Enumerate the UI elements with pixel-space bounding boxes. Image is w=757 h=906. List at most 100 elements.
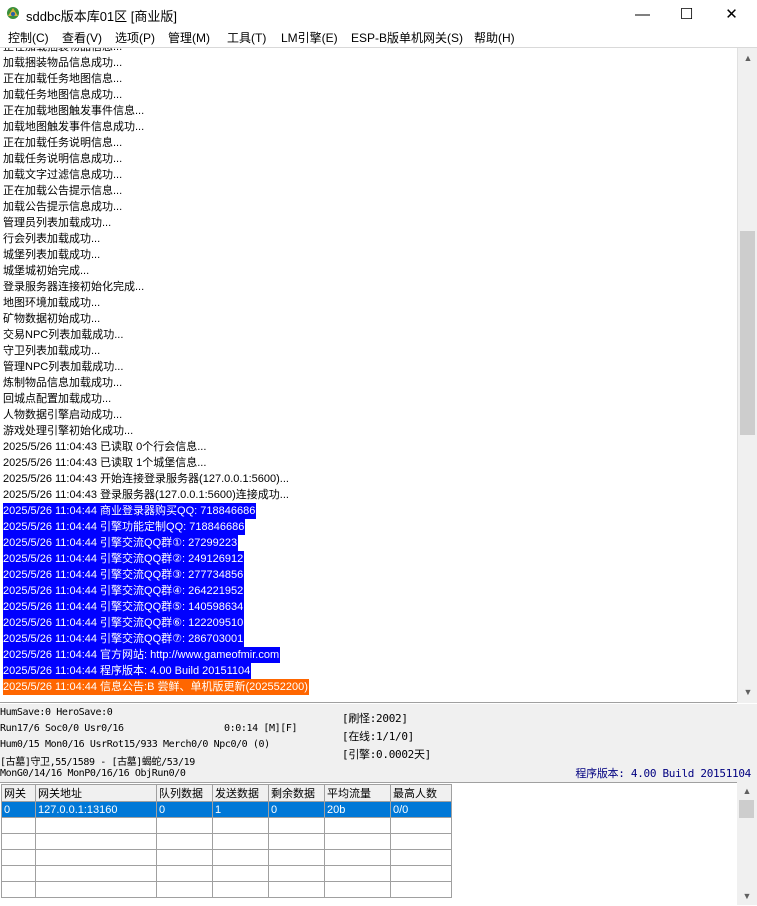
title-bar: sddbc版本库01区 [商业版] — ☐ ✕ <box>0 0 757 29</box>
menu-view[interactable]: 查看(V) <box>62 29 102 46</box>
log-line: 回城点配置加载成功... <box>3 393 112 405</box>
grid-scrollbar[interactable]: ▲ ▼ <box>737 782 757 905</box>
menu-manage[interactable]: 管理(M) <box>168 29 210 46</box>
empty-row <box>1 833 452 850</box>
grid-cell <box>268 849 325 866</box>
status-online: [在线:1/1/0] <box>342 730 414 743</box>
status-uptime: 0:0:14 [M][F] <box>224 723 298 734</box>
log-line: 2025/5/26 11:04:43 已读取 0个行会信息... <box>3 441 207 453</box>
grid-cell <box>324 881 391 898</box>
log-line: 加载捆装物品信息成功... <box>3 57 123 69</box>
log-line: 2025/5/26 11:04:44 引擎交流QQ群⑥: 122209510 <box>3 615 245 631</box>
log-line: 交易NPC列表加载成功... <box>3 329 124 341</box>
grid-cell: 127.0.0.1:13160 <box>35 801 157 818</box>
table-row[interactable]: 0 127.0.0.1:13160 0 1 0 20b 0/0 <box>1 801 452 818</box>
grid-header[interactable]: 平均流量 <box>324 784 391 802</box>
grid-cell <box>35 865 157 882</box>
grid-cell <box>212 881 269 898</box>
menu-options[interactable]: 选项(P) <box>115 29 155 46</box>
log-line: 守卫列表加载成功... <box>3 345 101 357</box>
status-panel: HumSave:0 HeroSave:0 Run17/6 Soc0/0 Usr0… <box>0 703 757 782</box>
grid-cell <box>1 881 36 898</box>
grid-cell: 20b <box>324 801 391 818</box>
scroll-thumb[interactable] <box>740 231 755 435</box>
grid-cell <box>1 833 36 850</box>
grid-cell <box>156 849 213 866</box>
grid-cell <box>156 881 213 898</box>
grid-cell: 1 <box>212 801 269 818</box>
log-line: 2025/5/26 11:04:44 信息公告:B 尝鲜、单机版更新(20255… <box>3 679 309 695</box>
grid-cell <box>390 817 452 834</box>
status-counts: Hum0/15 Mon0/16 UsrRot15/933 Merch0/0 Np… <box>0 739 270 750</box>
gateway-table[interactable]: 网关 网关地址 队列数据 发送数据 剩余数据 平均流量 最高人数 0 127.0.0.1:13… <box>1 784 452 898</box>
grid-cell <box>390 881 452 898</box>
log-line: 2025/5/26 11:04:44 引擎交流QQ群①: 27299223 <box>3 535 239 551</box>
log-line: 加载任务地图信息成功... <box>3 89 123 101</box>
empty-row <box>1 865 452 882</box>
log-line: 加载地图触发事件信息成功... <box>3 121 145 133</box>
grid-cell <box>156 833 213 850</box>
menu-lm-engine[interactable]: LM引擎(E) <box>281 29 338 46</box>
grid-cell <box>390 865 452 882</box>
grid-cell <box>156 817 213 834</box>
minimize-button[interactable]: — <box>620 0 665 28</box>
grid-header[interactable]: 网关 <box>1 784 36 802</box>
gateway-grid[interactable]: 网关 网关地址 队列数据 发送数据 剩余数据 平均流量 最高人数 0 127.0.0.1:13… <box>0 782 757 906</box>
grid-cell: 0 <box>1 801 36 818</box>
log-line: 正在加载任务地图信息... <box>3 73 123 85</box>
grid-cell: 0/0 <box>390 801 452 818</box>
grid-scroll-down-icon[interactable]: ▼ <box>737 891 757 901</box>
grid-cell: 0 <box>156 801 213 818</box>
menu-tools[interactable]: 工具(T) <box>227 29 266 46</box>
log-line: 登录服务器连接初始化完成... <box>3 281 145 293</box>
close-button[interactable]: ✕ <box>709 0 754 28</box>
grid-cell <box>212 833 269 850</box>
log-line: 游戏处理引擎初始化成功... <box>3 425 134 437</box>
log-line: 2025/5/26 11:04:44 引擎交流QQ群②: 249126912 <box>3 551 245 567</box>
grid-cell <box>390 833 452 850</box>
log-line: 2025/5/26 11:04:44 引擎交流QQ群④: 264221952 <box>3 583 245 599</box>
grid-cell <box>390 849 452 866</box>
menu-espb-gateway[interactable]: ESP-B版单机网关(S) <box>351 29 463 46</box>
log-line: 2025/5/26 11:04:43 开始连接登录服务器(127.0.0.1:5… <box>3 473 289 485</box>
grid-cell <box>324 849 391 866</box>
grid-scroll-up-icon[interactable]: ▲ <box>737 786 757 796</box>
log-line: 2025/5/26 11:04:44 程序版本: 4.00 Build 2015… <box>3 663 252 679</box>
log-scrollbar[interactable]: ▲ ▼ <box>737 48 757 702</box>
menu-help[interactable]: 帮助(H) <box>474 29 515 46</box>
scroll-up-icon[interactable]: ▲ <box>738 50 757 66</box>
grid-cell <box>1 865 36 882</box>
menu-control[interactable]: 控制(C) <box>8 29 49 46</box>
menu-bar: 控制(C) 查看(V) 选项(P) 管理(M) 工具(T) LM引擎(E) ES… <box>0 28 757 48</box>
grid-scroll-thumb[interactable] <box>739 800 754 818</box>
grid-cell <box>156 865 213 882</box>
grid-cell <box>35 817 157 834</box>
grid-header[interactable]: 网关地址 <box>35 784 157 802</box>
status-run: Run17/6 Soc0/0 Usr0/16 <box>0 723 124 734</box>
grid-header[interactable]: 剩余数据 <box>268 784 325 802</box>
log-output[interactable]: 正在加载捆装物品信息... 加载捆装物品信息成功... 正在加载任务地图信息... 加… <box>0 48 737 703</box>
status-refresh: [刷怪:2002] <box>342 712 408 725</box>
status-engine: [引擎:0.0002天] <box>342 748 432 761</box>
log-line: 加载文字过滤信息成功... <box>3 169 123 181</box>
grid-cell <box>1 817 36 834</box>
grid-cell <box>324 833 391 850</box>
log-line: 管理NPC列表加载成功... <box>3 361 124 373</box>
maximize-button[interactable]: ☐ <box>664 0 709 28</box>
grid-cell <box>212 849 269 866</box>
log-line: 管理员列表加载成功... <box>3 217 112 229</box>
log-line: 2025/5/26 11:04:44 引擎交流QQ群⑦: 286703001 <box>3 631 245 647</box>
grid-header[interactable]: 最高人数 <box>390 784 452 802</box>
log-line: 正在加载捆装物品信息... <box>3 48 122 55</box>
grid-cell: 0 <box>268 801 325 818</box>
scroll-down-icon[interactable]: ▼ <box>738 684 757 700</box>
log-line: 2025/5/26 11:04:43 已读取 1个城堡信息... <box>3 457 207 469</box>
status-monster: [古墓]守卫,55/1589 - [古墓]蝎蛇/53/19 <box>0 757 195 768</box>
grid-cell <box>35 881 157 898</box>
app-icon <box>7 7 19 19</box>
grid-cell <box>35 833 157 850</box>
log-line: 2025/5/26 11:04:44 引擎交流QQ群③: 277734856 <box>3 567 245 583</box>
grid-header[interactable]: 发送数据 <box>212 784 269 802</box>
empty-row <box>1 849 452 866</box>
grid-header[interactable]: 队列数据 <box>156 784 213 802</box>
